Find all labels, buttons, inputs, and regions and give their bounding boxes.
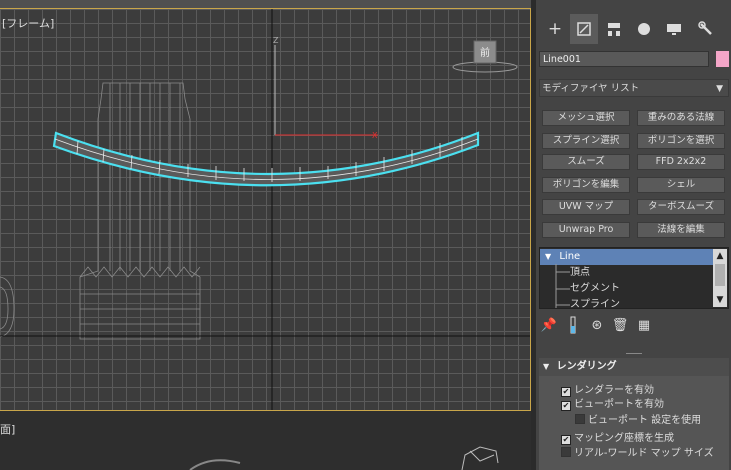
checkbox-checked-icon[interactable]: ✔ bbox=[561, 401, 571, 411]
expand-arrow-icon[interactable]: ▼ bbox=[545, 252, 551, 261]
gizmo-z-label: Z bbox=[273, 36, 279, 45]
modifier-list-dropdown[interactable]: モディファイヤ リスト ▼ bbox=[539, 79, 729, 97]
generate-mapping-coords-checkbox[interactable]: ✔ マッピング座標を生成 bbox=[561, 432, 674, 445]
viewport-scene: Z X 前 bbox=[0, 9, 530, 410]
collapse-arrow-icon[interactable]: ▼ bbox=[543, 362, 549, 371]
scroll-thumb[interactable] bbox=[715, 264, 725, 286]
modifier-button[interactable]: Unwrap Pro bbox=[542, 222, 630, 238]
checkbox-unchecked-icon[interactable] bbox=[575, 414, 585, 424]
checkbox-unchecked-icon[interactable] bbox=[561, 447, 571, 457]
utilities-tab-icon[interactable] bbox=[692, 14, 720, 44]
background-mesh bbox=[0, 82, 201, 340]
make-unique-icon[interactable]: ⊛ bbox=[588, 316, 606, 336]
checkbox-checked-icon[interactable]: ✔ bbox=[561, 387, 571, 397]
rendering-rollout: ▼ レンダリング ✔ レンダラーを有効 ✔ ビューポートを有効 ビューポート 設定を… bbox=[539, 358, 729, 470]
object-name-field[interactable]: Line001 bbox=[539, 51, 709, 67]
viewport-front[interactable]: [フレーム] Z X 前 bbox=[0, 8, 531, 411]
viewport-top-strip bbox=[0, 0, 531, 8]
dropdown-arrow-icon: ▼ bbox=[716, 84, 723, 94]
viewport-perspective[interactable]: 面] bbox=[0, 411, 531, 470]
checkbox-checked-icon[interactable]: ✔ bbox=[561, 435, 571, 445]
modifier-button[interactable]: ポリゴンを選択 bbox=[637, 133, 725, 149]
stack-scrollbar[interactable]: ▲ ▼ bbox=[713, 249, 727, 307]
command-panel-tabs: + bbox=[536, 14, 731, 44]
modifier-button[interactable]: シェル bbox=[637, 177, 725, 193]
rollout-drag-handle[interactable] bbox=[626, 353, 642, 354]
modifier-button[interactable]: スプライン選択 bbox=[542, 133, 630, 149]
modifier-button[interactable]: ポリゴンを編集 bbox=[542, 177, 630, 193]
viewport2-scene bbox=[189, 446, 499, 470]
gizmo-x-label: X bbox=[372, 131, 378, 140]
enable-in-renderer-checkbox[interactable]: ✔ レンダラーを有効 bbox=[561, 384, 654, 397]
command-panel: + Line001 モディファイヤ リスト ▼ メッシュ選択 重みのある法線 ス… bbox=[536, 0, 731, 470]
scroll-up-icon[interactable]: ▲ bbox=[713, 250, 727, 262]
modifier-button[interactable]: メッシュ選択 bbox=[542, 110, 630, 126]
configure-modifier-sets-icon[interactable]: ▦ bbox=[635, 316, 653, 336]
object-color-swatch[interactable] bbox=[716, 51, 729, 67]
rendering-rollout-header[interactable]: ▼ レンダリング bbox=[539, 358, 729, 376]
stack-item-line[interactable]: ▼ Line bbox=[540, 249, 713, 265]
stack-toolbar: 📌 ⊛ 🗑 ▦ bbox=[536, 316, 731, 338]
viewcube[interactable]: 前 bbox=[452, 40, 518, 73]
modifier-button[interactable]: UVW マップ bbox=[542, 199, 630, 215]
motion-tab-icon[interactable] bbox=[630, 14, 658, 44]
enable-in-viewport-checkbox[interactable]: ✔ ビューポートを有効 bbox=[561, 398, 664, 411]
modifier-list-label: モディファイヤ リスト bbox=[542, 83, 640, 94]
remove-modifier-icon[interactable]: 🗑 bbox=[611, 316, 629, 336]
use-viewport-settings-checkbox[interactable]: ビューポート 設定を使用 bbox=[575, 414, 701, 427]
modify-tab-icon[interactable] bbox=[570, 14, 598, 44]
stack-item-vertex[interactable]: 頂点 bbox=[570, 265, 710, 281]
scroll-down-icon[interactable]: ▼ bbox=[713, 294, 727, 306]
modifier-button[interactable]: 法線を編集 bbox=[637, 222, 725, 238]
modifier-stack[interactable]: ▼ Line 頂点 セグメント スプライン ▲ ▼ bbox=[539, 247, 729, 309]
modifier-button[interactable]: スムーズ bbox=[542, 154, 630, 170]
pin-stack-icon[interactable]: 📌 bbox=[540, 316, 558, 336]
modifier-button[interactable]: 重みのある法線 bbox=[637, 110, 725, 126]
viewcube-face-label: 前 bbox=[480, 46, 490, 59]
modifier-button[interactable]: ターボスムーズ bbox=[637, 199, 725, 215]
show-end-result-icon[interactable] bbox=[568, 316, 578, 336]
real-world-map-size-checkbox[interactable]: リアル-ワールド マップ サイズ bbox=[561, 447, 714, 460]
create-tab-icon[interactable]: + bbox=[541, 14, 569, 44]
stack-item-segment[interactable]: セグメント bbox=[570, 281, 710, 297]
selected-spline[interactable] bbox=[52, 131, 480, 187]
hierarchy-tab-icon[interactable] bbox=[600, 14, 628, 44]
stack-item-spline[interactable]: スプライン bbox=[570, 297, 710, 308]
display-tab-icon[interactable] bbox=[660, 14, 688, 44]
modifier-button[interactable]: FFD 2x2x2 bbox=[637, 154, 725, 170]
